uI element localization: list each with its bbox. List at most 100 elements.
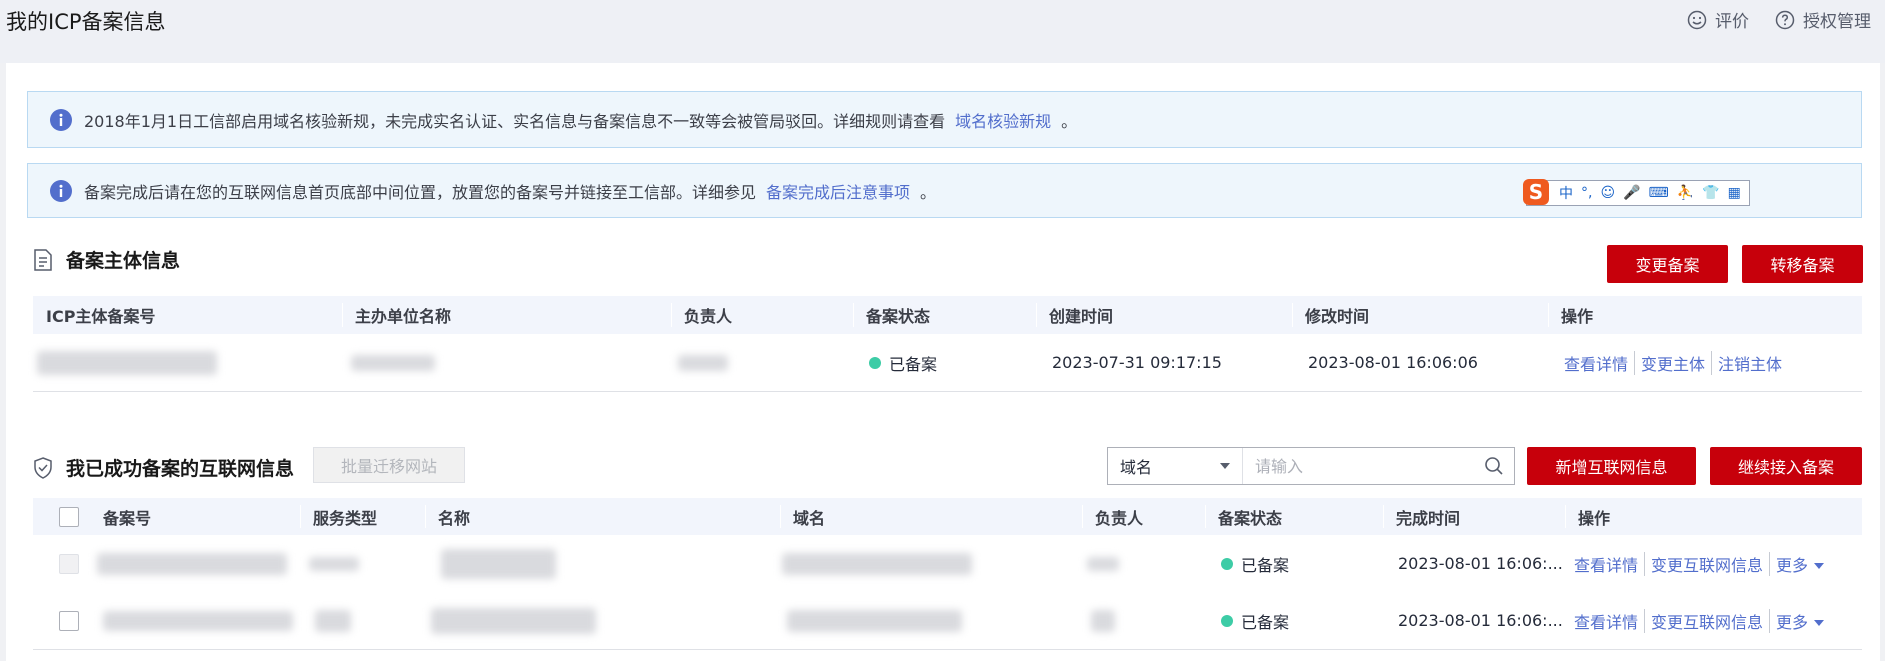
finished-time: 2023-08-01 16:06:... <box>1398 611 1563 630</box>
col-actions: 操作 <box>1548 296 1593 334</box>
top-actions: 评价 授权管理 <box>1661 7 1871 32</box>
document-icon <box>34 248 52 271</box>
finished-time: 2023-08-01 16:06:... <box>1398 554 1563 573</box>
sites-table-header: 备案号 服务类型 名称 域名 负责人 备案状态 完成时间 操作 <box>33 498 1862 535</box>
change-internet-info-link[interactable]: 变更互联网信息 <box>1644 608 1763 633</box>
redacted-owner <box>678 334 728 391</box>
status-badge: 已备案 <box>1221 592 1289 649</box>
search-input[interactable] <box>1243 447 1474 485</box>
help-circle-icon <box>1775 10 1795 29</box>
auth-manage-label: 授权管理 <box>1803 12 1871 32</box>
entity-actions: 查看详情 变更主体 注销主体 <box>1564 334 1782 391</box>
rate-label: 评价 <box>1715 12 1749 32</box>
ime-toolbar[interactable]: S 中 °, ☺ 🎤 ⌨ ⛹ 👕 ▦ <box>1523 179 1750 206</box>
ime-punct-icon[interactable]: °, <box>1581 185 1592 201</box>
redacted-site-owner <box>1091 592 1115 649</box>
ime-user-icon[interactable]: ⛹ <box>1677 185 1694 201</box>
cancel-entity-link[interactable]: 注销主体 <box>1711 350 1782 375</box>
notice-domain-check: 2018年1月1日工信部启用域名核验新规，未完成实名认证、实名信息与备案信息不一… <box>27 91 1862 148</box>
batch-migrate-button[interactable]: 批量迁移网站 <box>313 447 465 483</box>
col-created: 创建时间 <box>1036 296 1113 334</box>
notice-text: 2018年1月1日工信部启用域名核验新规，未完成实名认证、实名信息与备案信息不一… <box>84 111 946 131</box>
smile-icon <box>1687 10 1707 29</box>
col-owner: 负责人 <box>671 296 732 334</box>
col-modified: 修改时间 <box>1292 296 1369 334</box>
status-badge: 已备案 <box>869 334 937 391</box>
after-filing-link[interactable]: 备案完成后注意事项 <box>766 179 910 203</box>
redacted-org-name <box>351 334 435 391</box>
ime-chinese-icon[interactable]: 中 <box>1559 183 1573 203</box>
col-site-owner: 负责人 <box>1082 498 1143 535</box>
status-badge: 已备案 <box>1221 535 1289 592</box>
col-domain: 域名 <box>780 498 825 535</box>
redacted-domain <box>782 535 972 592</box>
ime-toolbox-icon[interactable]: ▦ <box>1728 185 1741 201</box>
view-details-link[interactable]: 查看详情 <box>1574 552 1638 576</box>
info-icon <box>50 108 72 131</box>
caret-down-icon <box>1814 563 1825 569</box>
col-site-status: 备案状态 <box>1205 498 1282 535</box>
col-site-actions: 操作 <box>1565 498 1610 535</box>
view-details-link[interactable]: 查看详情 <box>1574 609 1638 633</box>
status-dot-icon <box>869 356 881 369</box>
ime-emoji-icon[interactable]: ☺ <box>1600 185 1615 201</box>
col-finished-time: 完成时间 <box>1383 498 1460 535</box>
row-checkbox[interactable] <box>59 535 79 592</box>
sogou-logo-icon: S <box>1523 179 1549 205</box>
redacted-icp-number <box>37 334 217 391</box>
auth-manage-button[interactable]: 授权管理 <box>1775 7 1871 32</box>
chevron-down-icon <box>1220 463 1230 469</box>
change-filing-button[interactable]: 变更备案 <box>1607 245 1728 283</box>
status-dot-icon <box>1221 557 1233 570</box>
entity-section-title: 备案主体信息 <box>33 246 180 273</box>
search-field-value: 域名 <box>1120 458 1153 477</box>
table-row: 已备案 2023-08-01 16:06:... 查看详情 变更互联网信息 更多 <box>33 592 1862 650</box>
col-icp-number: ICP主体备案号 <box>46 307 156 326</box>
search-icon[interactable] <box>1474 456 1514 476</box>
page-title: 我的ICP备案信息 <box>6 10 166 34</box>
redacted-filing-number <box>103 592 293 649</box>
domain-search: 域名 <box>1107 447 1515 485</box>
col-name: 名称 <box>425 498 470 535</box>
change-internet-info-link[interactable]: 变更互联网信息 <box>1644 551 1763 576</box>
ime-skin-icon[interactable]: 👕 <box>1702 185 1719 201</box>
col-service-type: 服务类型 <box>300 498 377 535</box>
top-bar: 我的ICP备案信息 评价 授权管理 <box>0 0 1885 63</box>
notice-text: 备案完成后请在您的互联网信息首页底部中间位置，放置您的备案号并链接至工信部。详细… <box>84 182 757 202</box>
ime-mic-icon[interactable]: 🎤 <box>1623 185 1640 201</box>
caret-down-icon <box>1814 620 1825 626</box>
view-details-link[interactable]: 查看详情 <box>1564 351 1628 375</box>
redacted-site-name <box>431 592 596 649</box>
site-actions: 查看详情 变更互联网信息 更多 <box>1574 592 1825 649</box>
domain-check-link[interactable]: 域名核验新规 <box>955 108 1051 132</box>
redacted-service-type <box>315 592 351 649</box>
select-all-checkbox[interactable] <box>59 498 79 535</box>
transfer-filing-button[interactable]: 转移备案 <box>1742 245 1863 283</box>
status-dot-icon <box>1221 614 1233 627</box>
more-dropdown[interactable]: 更多 <box>1769 551 1825 576</box>
sites-title-text: 我已成功备案的互联网信息 <box>66 458 295 480</box>
shield-check-icon <box>34 456 52 479</box>
notice-end: 。 <box>1061 111 1078 131</box>
redacted-site-name <box>441 535 556 592</box>
search-field-select[interactable]: 域名 <box>1108 448 1243 484</box>
table-row: 已备案 2023-08-01 16:06:... 查看详情 变更互联网信息 更多 <box>33 535 1862 593</box>
rate-button[interactable]: 评价 <box>1687 7 1749 32</box>
continue-filing-button[interactable]: 继续接入备案 <box>1710 447 1862 485</box>
col-org-name: 主办单位名称 <box>342 296 451 334</box>
redacted-site-owner <box>1087 535 1119 592</box>
redacted-domain <box>787 592 962 649</box>
col-filing-number: 备案号 <box>103 508 152 528</box>
add-internet-info-button[interactable]: 新增互联网信息 <box>1527 447 1696 485</box>
more-dropdown[interactable]: 更多 <box>1769 608 1825 633</box>
redacted-filing-number <box>97 535 287 592</box>
ime-keyboard-icon[interactable]: ⌨ <box>1649 185 1669 201</box>
redacted-service-type <box>309 535 359 592</box>
entity-table-row: 已备案 2023-07-31 09:17:15 2023-08-01 16:06… <box>33 334 1862 392</box>
row-checkbox[interactable] <box>59 592 79 649</box>
notice-end: 。 <box>920 182 937 202</box>
col-status: 备案状态 <box>853 296 930 334</box>
info-icon <box>50 179 72 202</box>
change-entity-link[interactable]: 变更主体 <box>1634 350 1705 375</box>
modified-time: 2023-08-01 16:06:06 <box>1308 353 1478 372</box>
